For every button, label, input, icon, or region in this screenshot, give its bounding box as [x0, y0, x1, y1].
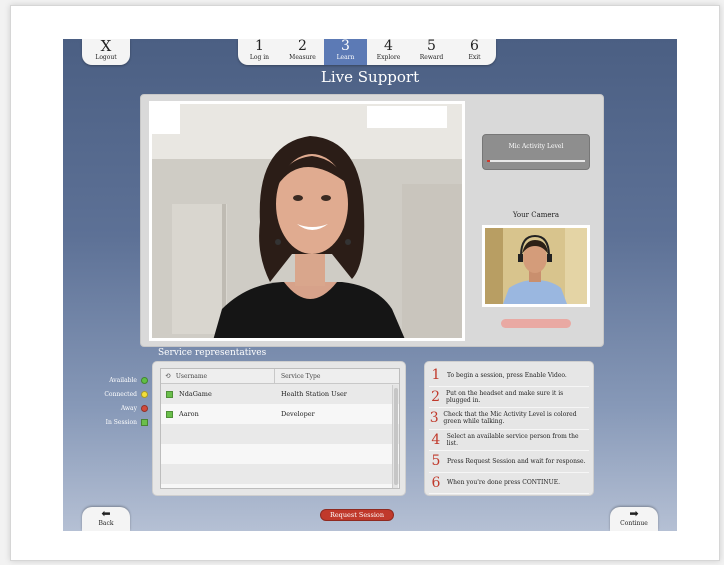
step-number: 1 — [255, 39, 264, 54]
table-row[interactable]: NdaGame Health Station User — [161, 384, 399, 404]
step-explore[interactable]: 4 Explore — [367, 39, 410, 65]
username-column-header[interactable]: ⟲ Username — [161, 369, 275, 383]
step-number: 6 — [470, 39, 479, 54]
app-window: X Logout 1 Log in 2 Measure 3 Learn 4 Explor… — [63, 39, 677, 531]
video-panel: Mic Activity Level Your Camera — [140, 94, 604, 347]
step-number: 5 — [427, 39, 436, 54]
continue-button[interactable]: ➡ Continue — [610, 507, 658, 531]
table-scrollbar[interactable] — [392, 385, 398, 488]
instruction-text: When you're done press CONTINUE. — [447, 479, 561, 487]
table-row-empty — [161, 464, 399, 484]
step-exit[interactable]: 6 Exit — [453, 39, 496, 65]
in-session-status-icon — [141, 418, 148, 426]
away-status-icon — [141, 404, 148, 412]
username-cell: NdaGame — [179, 390, 212, 398]
instruction-item: 4 Select an available service person from… — [429, 430, 589, 451]
table-row-empty — [161, 444, 399, 464]
legend-away: Away — [88, 401, 148, 415]
step-number: 3 — [341, 39, 350, 54]
service-list-panel: ⟲ Username Service Type NdaGame Health Sta… — [152, 361, 406, 496]
step-label: Measure — [289, 54, 316, 61]
service-type-cell: Developer — [281, 410, 315, 418]
step-label: Explore — [376, 54, 401, 61]
mic-level-bar — [487, 160, 585, 162]
remote-video-feed — [149, 101, 465, 341]
service-type-column-header[interactable]: Service Type — [275, 373, 320, 380]
legend-label: Away — [120, 404, 137, 412]
status-legend: Available Connected Away In Session — [88, 373, 148, 429]
legend-connected: Connected — [88, 387, 148, 401]
instruction-number: 1 — [431, 367, 441, 384]
step-label: Exit — [468, 54, 481, 61]
instruction-text: Put on the headset and make sure it is p… — [446, 389, 564, 404]
instruction-item: 2 Put on the headset and make sure it is … — [429, 387, 589, 408]
instruction-text: Select an available service person from … — [446, 432, 579, 447]
continue-label: Continue — [620, 520, 648, 527]
instruction-text: Check that the Mic Activity Level is col… — [443, 411, 577, 426]
remote-person-image — [152, 104, 462, 338]
arrow-left-icon: ⬅ — [101, 507, 111, 520]
step-navigation: 1 Log in 2 Measure 3 Learn 4 Explore 5 Reward… — [238, 39, 496, 65]
mic-activity-label: Mic Activity Level — [508, 143, 564, 150]
instruction-item: 1 To begin a session, press Enable Video. — [429, 365, 589, 387]
scrollbar-thumb[interactable] — [394, 388, 398, 485]
sort-icon: ⟲ — [165, 372, 171, 380]
legend-available: Available — [88, 373, 148, 387]
step-label: Log in — [249, 54, 270, 61]
step-label: Learn — [336, 54, 355, 61]
instruction-number: 6 — [431, 474, 441, 491]
service-representatives-heading: Service representatives — [158, 348, 267, 358]
step-number: 4 — [384, 39, 393, 54]
table-row[interactable]: Aaron Developer — [161, 404, 399, 424]
enable-video-button[interactable] — [501, 319, 571, 328]
available-status-icon — [166, 390, 173, 398]
local-person-image — [485, 228, 587, 304]
instructions-panel: 1 To begin a session, press Enable Video.… — [424, 361, 594, 496]
step-login[interactable]: 1 Log in — [238, 39, 281, 65]
username-cell: Aaron — [179, 410, 199, 418]
instruction-number: 5 — [431, 453, 441, 470]
request-session-button[interactable]: Request Session — [320, 509, 394, 521]
available-status-icon — [141, 376, 148, 384]
table-body: NdaGame Health Station User Aaron Develope… — [161, 384, 399, 484]
instruction-item: 6 When you're done press CONTINUE. — [429, 473, 589, 494]
legend-label: Connected — [104, 390, 137, 398]
back-label: Back — [98, 520, 114, 527]
available-status-icon — [166, 410, 173, 418]
table-header: ⟲ Username Service Type — [161, 369, 399, 384]
service-type-cell: Health Station User — [281, 390, 347, 398]
mic-activity-meter: Mic Activity Level — [482, 134, 590, 170]
connected-status-icon — [141, 390, 148, 398]
local-camera-feed — [482, 225, 590, 307]
logout-label: Logout — [95, 54, 117, 61]
back-button[interactable]: ⬅ Back — [82, 507, 130, 531]
step-reward[interactable]: 5 Reward — [410, 39, 453, 65]
instruction-text: Press Request Session and wait for respo… — [447, 457, 586, 465]
instruction-number: 3 — [429, 410, 439, 427]
close-icon: X — [100, 39, 112, 55]
instruction-number: 4 — [431, 431, 441, 448]
step-number: 2 — [298, 39, 307, 54]
instruction-item: 5 Press Request Session and wait for resp… — [429, 451, 589, 473]
logout-button[interactable]: X Logout — [82, 39, 130, 65]
step-measure[interactable]: 2 Measure — [281, 39, 324, 65]
column-label: Username — [175, 372, 208, 380]
legend-in-session: In Session — [88, 415, 148, 429]
table-row-empty — [161, 424, 399, 444]
legend-label: Available — [109, 376, 137, 384]
legend-label: In Session — [105, 418, 137, 426]
instruction-text: To begin a session, press Enable Video. — [447, 371, 567, 379]
step-learn[interactable]: 3 Learn — [324, 39, 367, 65]
page-title: Live Support — [320, 68, 420, 86]
instruction-item: 3 Check that the Mic Activity Level is co… — [429, 408, 589, 430]
your-camera-label: Your Camera — [512, 211, 560, 219]
service-table: ⟲ Username Service Type NdaGame Health Sta… — [160, 368, 400, 489]
mic-level-fill — [487, 160, 490, 162]
arrow-right-icon: ➡ — [629, 507, 639, 520]
step-label: Reward — [419, 54, 444, 61]
instruction-number: 2 — [431, 388, 440, 405]
